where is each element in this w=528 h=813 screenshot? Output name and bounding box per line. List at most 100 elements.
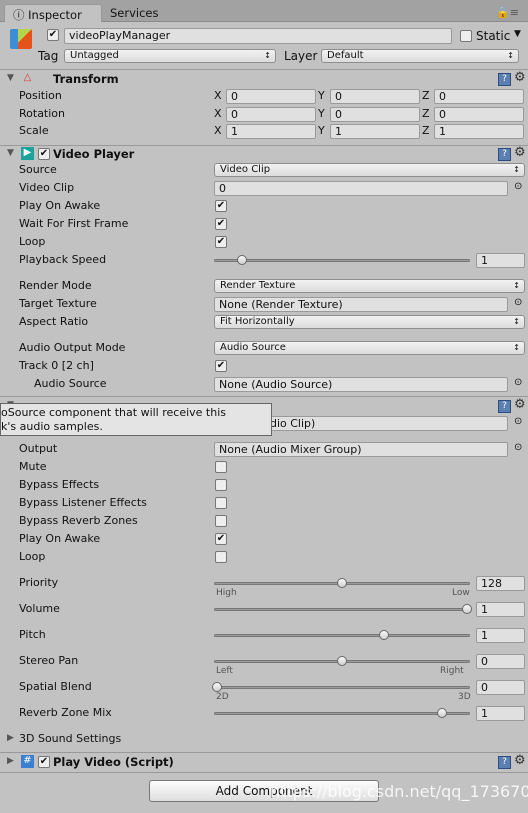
gear-icon[interactable]: ⚙ (514, 145, 526, 160)
gear-icon[interactable]: ⚙ (514, 397, 526, 412)
property-checkbox[interactable] (215, 497, 227, 509)
property-dropdown[interactable]: Fit Horizontally (214, 315, 525, 329)
object-picker-icon[interactable]: ⊙ (514, 377, 522, 388)
gameobject-icon (10, 29, 32, 49)
slider-track[interactable] (214, 608, 470, 611)
x-field[interactable]: 0 (226, 106, 316, 122)
z-field[interactable]: 1 (434, 124, 524, 139)
y-field[interactable]: 1 (330, 124, 420, 139)
property-label: Aspect Ratio (19, 315, 89, 328)
property-label: Volume (19, 602, 60, 615)
divider (0, 752, 528, 753)
slider-track[interactable] (214, 634, 470, 637)
slider-max-label: Low (452, 588, 470, 598)
slider-thumb[interactable] (212, 682, 222, 692)
slider-min-label: 2D (216, 692, 229, 702)
help-icon[interactable]: ? (498, 756, 511, 769)
z-axis-label: Z (422, 89, 430, 102)
object-field[interactable]: 0 (214, 181, 508, 196)
property-label: Priority (19, 576, 59, 589)
object-field[interactable]: None (Audio Source) (214, 377, 508, 392)
slider-min-label: High (216, 588, 237, 598)
slider-value-field[interactable]: 1 (476, 602, 525, 617)
gear-icon[interactable]: ⚙ (514, 70, 526, 85)
property-label: Reverb Zone Mix (19, 706, 112, 719)
layer-dropdown[interactable]: Default (321, 49, 519, 63)
slider-thumb[interactable] (437, 708, 447, 718)
help-icon[interactable]: ? (498, 148, 511, 161)
tab-inspector[interactable]: ⓘ Inspector (4, 4, 102, 22)
z-axis-label: Z (422, 106, 430, 120)
property-label: Pitch (19, 628, 46, 641)
slider-thumb[interactable] (378, 630, 389, 640)
slider-thumb[interactable] (462, 604, 472, 614)
object-field[interactable]: None (Audio Mixer Group) (214, 442, 508, 457)
property-checkbox[interactable]: ✔ (215, 533, 227, 545)
y-field[interactable]: 0 (330, 106, 420, 122)
slider-value-field[interactable]: 1 (476, 628, 525, 643)
property-label: Render Mode (19, 279, 92, 292)
property-label: Wait For First Frame (19, 217, 129, 230)
property-checkbox[interactable] (215, 515, 227, 527)
x-axis-label: X (214, 106, 222, 120)
property-checkbox[interactable]: ✔ (215, 200, 227, 212)
play-video-enabled-checkbox[interactable]: ✔ (38, 756, 50, 768)
property-checkbox[interactable] (215, 461, 227, 473)
x-field[interactable]: 0 (226, 89, 316, 104)
video-player-component-icon: ▶ (21, 147, 34, 160)
property-label: Output (19, 442, 58, 455)
property-dropdown[interactable]: Video Clip (214, 163, 525, 177)
property-label: Bypass Reverb Zones (19, 514, 138, 527)
object-picker-icon[interactable]: ⊙ (514, 442, 522, 453)
z-field[interactable]: 0 (434, 106, 524, 122)
property-checkbox[interactable]: ✔ (215, 218, 227, 230)
property-checkbox[interactable]: ✔ (215, 360, 227, 372)
object-field[interactable]: None (Render Texture) (214, 297, 508, 312)
object-picker-icon[interactable]: ⊙ (514, 297, 522, 308)
property-checkbox[interactable] (215, 479, 227, 491)
transform-foldout-icon[interactable]: ▼ (7, 73, 14, 83)
slider-value-field[interactable]: 0 (476, 680, 525, 695)
gear-icon[interactable]: ⚙ (514, 753, 526, 768)
slider-track[interactable] (214, 686, 470, 689)
x-field[interactable]: 1 (226, 124, 316, 139)
slider-value-field[interactable]: 128 (476, 576, 525, 591)
slider-track[interactable] (214, 712, 470, 715)
z-field[interactable]: 0 (434, 89, 524, 104)
property-checkbox[interactable] (215, 551, 227, 563)
object-picker-icon[interactable]: ⊙ (514, 181, 522, 192)
property-checkbox[interactable]: ✔ (215, 236, 227, 248)
transform-row-label: Rotation (19, 106, 66, 120)
play-video-foldout-icon[interactable]: ▶ (7, 756, 14, 766)
slider-thumb[interactable] (337, 656, 347, 666)
object-picker-icon[interactable]: ⊙ (514, 416, 522, 427)
help-icon[interactable]: ? (498, 400, 511, 413)
help-icon[interactable]: ? (498, 73, 511, 86)
tab-services[interactable]: Services (102, 4, 167, 22)
lock-icon[interactable]: 🔒≡ (496, 6, 519, 19)
play-video-component-icon: # (21, 755, 34, 768)
video-player-enabled-checkbox[interactable]: ✔ (38, 148, 50, 160)
sound-settings-label[interactable]: 3D Sound Settings (19, 732, 121, 745)
slider-value-field[interactable]: 0 (476, 654, 525, 669)
sound-settings-foldout-icon[interactable]: ▶ (7, 733, 14, 743)
property-label: Track 0 [2 ch] (19, 359, 94, 372)
property-label: Play On Awake (19, 199, 101, 212)
slider-value-field[interactable]: 1 (476, 706, 525, 721)
slider-thumb[interactable] (337, 578, 347, 588)
slider-value-field[interactable]: 1 (476, 253, 525, 268)
slider-track[interactable] (214, 259, 470, 262)
slider-thumb[interactable] (237, 255, 247, 265)
property-label: Source (19, 163, 57, 176)
y-field[interactable]: 0 (330, 89, 420, 104)
static-dropdown-icon[interactable]: ▼ (514, 29, 521, 39)
property-dropdown[interactable]: Render Texture (214, 279, 525, 293)
property-dropdown[interactable]: Audio Source (214, 341, 525, 355)
x-axis-label: X (214, 124, 222, 137)
object-name-input[interactable]: videoPlayManager (64, 28, 452, 44)
tag-dropdown[interactable]: Untagged (64, 49, 276, 63)
tooltip: oSource component that will receive this… (0, 403, 272, 436)
video-player-foldout-icon[interactable]: ▼ (7, 148, 14, 158)
static-checkbox[interactable] (460, 30, 472, 42)
active-checkbox[interactable]: ✔ (47, 29, 59, 41)
